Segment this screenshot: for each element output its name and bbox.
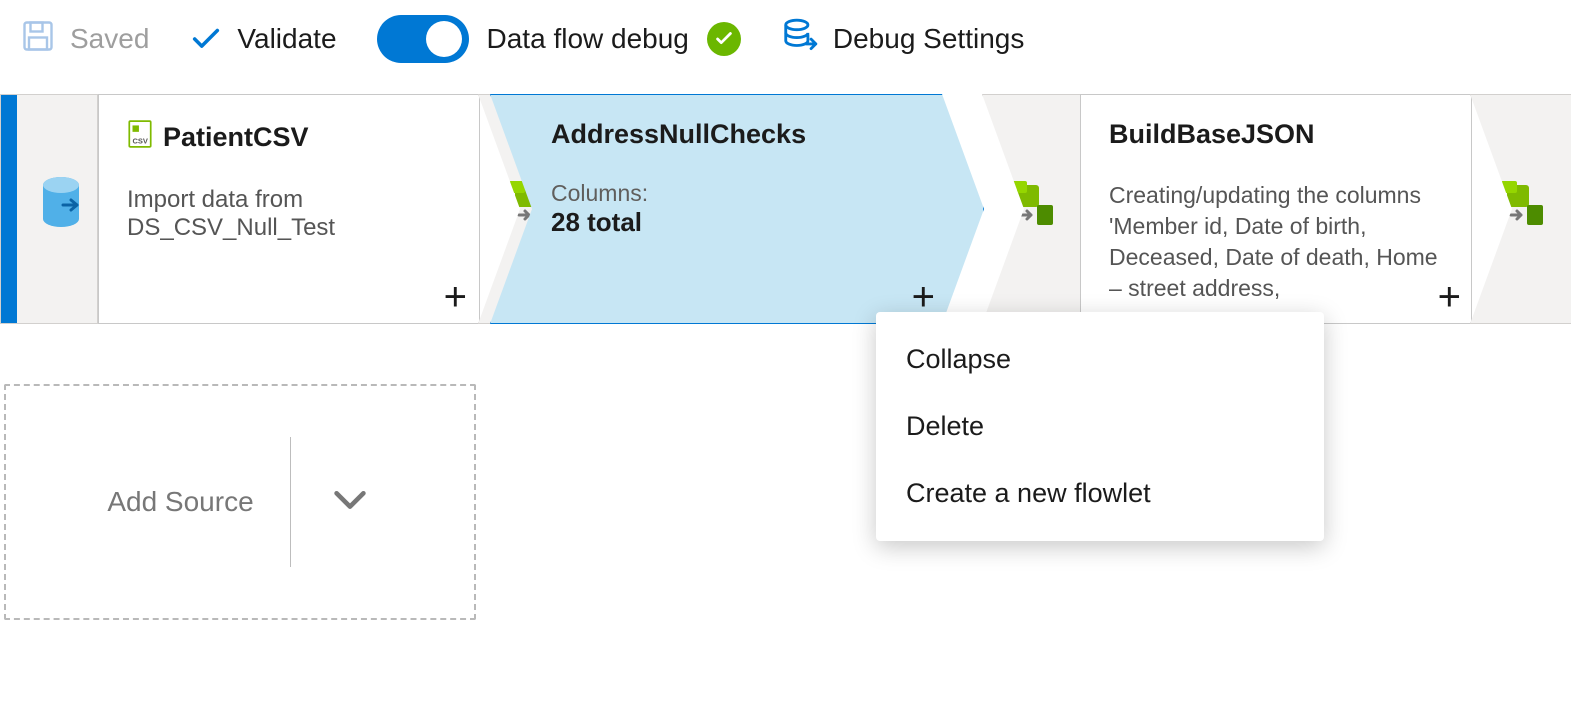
flow-canvas[interactable]: CSV PatientCSV Import data from DS_CSV_N… [0, 84, 1571, 712]
debug-toggle[interactable] [377, 15, 469, 63]
debug-status-icon [707, 22, 741, 56]
saved-status: Saved [20, 18, 149, 61]
node-description: Import data from DS_CSV_Null_Test [127, 186, 451, 242]
add-transform-button[interactable]: + [444, 277, 467, 317]
debug-toggle-group: Data flow debug [377, 15, 741, 63]
columns-label: Columns: [551, 180, 955, 207]
divider [290, 437, 291, 567]
datasource-cylinder-icon [39, 175, 83, 231]
node-title: PatientCSV [163, 122, 309, 153]
ctx-collapse[interactable]: Collapse [876, 326, 1324, 393]
derived-column-icon [1501, 181, 1551, 236]
database-arrow-icon [781, 17, 819, 62]
ctx-delete[interactable]: Delete [876, 393, 1324, 460]
node-description: Creating/updating the columns 'Member id… [1109, 180, 1443, 304]
validate-label: Validate [237, 23, 336, 55]
csv-file-icon: CSV [127, 119, 153, 156]
connector [982, 94, 1082, 324]
node-addressnullchecks[interactable]: AddressNullChecks Columns: 28 total + [490, 94, 984, 324]
toolbar: Saved Validate Data flow debug Debug Set… [0, 0, 1571, 84]
chevron-down-icon[interactable] [327, 476, 373, 529]
add-source-button[interactable]: Add Source [4, 384, 476, 620]
add-transform-button[interactable]: + [1438, 277, 1461, 317]
columns-total: 28 total [551, 207, 955, 238]
connector [1470, 94, 1571, 324]
svg-text:CSV: CSV [133, 137, 148, 146]
add-transform-button[interactable]: + [912, 277, 935, 317]
flow-row: CSV PatientCSV Import data from DS_CSV_N… [0, 94, 1571, 324]
debug-toggle-label: Data flow debug [487, 23, 689, 55]
derived-column-icon [1011, 181, 1061, 236]
debug-settings-button[interactable]: Debug Settings [781, 17, 1024, 62]
context-menu: Collapse Delete Create a new flowlet [876, 312, 1324, 541]
node-title: AddressNullChecks [551, 119, 806, 150]
debug-settings-label: Debug Settings [833, 23, 1024, 55]
save-icon [20, 18, 56, 61]
add-source-label: Add Source [107, 486, 253, 518]
node-title: BuildBaseJSON [1109, 119, 1315, 150]
node-patientcsv[interactable]: CSV PatientCSV Import data from DS_CSV_N… [98, 94, 480, 324]
check-icon [189, 22, 223, 56]
validate-button[interactable]: Validate [189, 22, 336, 56]
node-buildbasejson[interactable]: BuildBaseJSON Creating/updating the colu… [1080, 94, 1472, 324]
ctx-create-flowlet[interactable]: Create a new flowlet [876, 460, 1324, 527]
saved-label: Saved [70, 23, 149, 55]
source-handle[interactable] [0, 94, 98, 324]
